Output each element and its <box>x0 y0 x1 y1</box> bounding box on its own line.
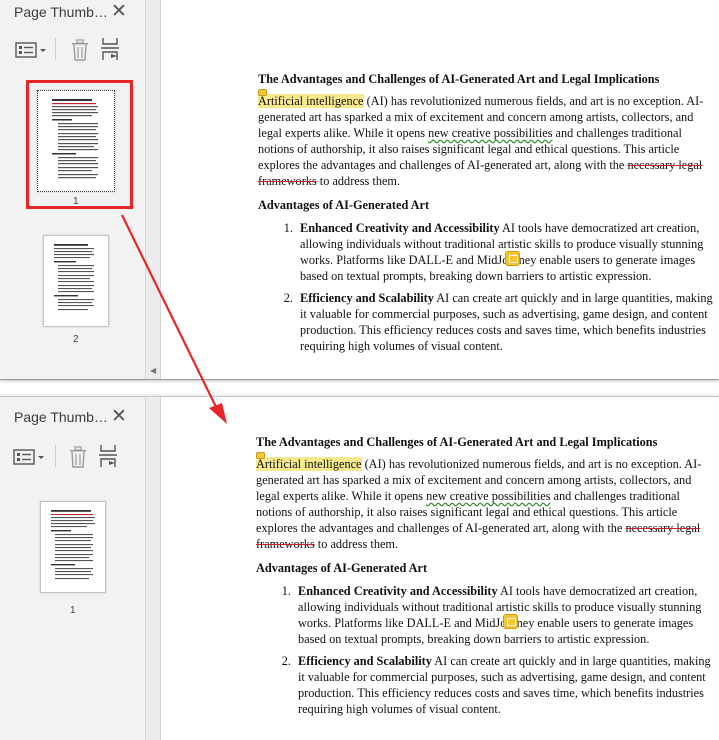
advantages-list: Enhanced Creativity and Accessibility AI… <box>258 220 718 354</box>
insert-page-icon[interactable] <box>97 441 121 476</box>
document-page: The Advantages and Challenges of AI-Gene… <box>256 434 716 723</box>
page-thumbnail-1[interactable] <box>37 90 115 192</box>
thumbnail-options-icon[interactable] <box>14 34 50 69</box>
thumbnail-options-icon[interactable] <box>12 441 48 476</box>
page-thumbnail-2[interactable] <box>43 235 109 327</box>
list-item: Enhanced Creativity and Accessibility AI… <box>294 583 716 647</box>
thumbnail-content <box>51 510 95 580</box>
list-item: Enhanced Creativity and Accessibility AI… <box>296 220 718 284</box>
panel-title: Page Thumb… <box>14 409 108 425</box>
panel-splitter[interactable]: ◀ <box>145 0 161 379</box>
document-page: The Advantages and Challenges of AI-Gene… <box>258 71 718 360</box>
document-view: The Advantages and Challenges of AI-Gene… <box>161 0 719 379</box>
trash-icon[interactable] <box>68 34 92 69</box>
thumbnail-toolbar <box>0 441 145 473</box>
sticky-note-icon[interactable] <box>503 614 518 629</box>
acrobat-window-after: Page Thumb… ✕ 1 The Advantages and Chall… <box>0 396 719 740</box>
insert-page-icon[interactable] <box>99 34 123 69</box>
document-title: The Advantages and Challenges of AI-Gene… <box>258 72 660 86</box>
underlined-text[interactable]: new creative possibilities <box>426 489 550 503</box>
thumbnail-page-number: 1 <box>70 605 76 616</box>
list-item: Efficiency and Scalability AI can create… <box>296 290 718 354</box>
sticky-note-icon[interactable] <box>505 251 520 266</box>
highlighted-text[interactable]: Artificial intelligence <box>258 94 364 108</box>
page-thumbnails-panel: Page Thumb… ✕ <box>0 0 145 379</box>
highlighted-text[interactable]: Artificial intelligence <box>256 457 362 471</box>
advantages-list: Enhanced Creativity and Accessibility AI… <box>256 583 716 717</box>
collapse-arrow-icon[interactable]: ◀ <box>150 366 156 375</box>
panel-title: Page Thumb… <box>14 4 108 20</box>
close-icon[interactable]: ✕ <box>111 406 127 428</box>
panel-header: Page Thumb… ✕ <box>0 0 145 26</box>
comment-pin-icon[interactable] <box>258 89 267 96</box>
thumbnail-toolbar <box>0 34 145 66</box>
underlined-text[interactable]: new creative possibilities <box>428 126 552 140</box>
intro-paragraph: Artificial intelligence (AI) has revolut… <box>256 452 716 552</box>
acrobat-window-before: Page Thumb… ✕ 1 2 ◀ The Advantages and C… <box>0 0 719 380</box>
panel-header: Page Thumb… ✕ <box>0 405 145 431</box>
document-title: The Advantages and Challenges of AI-Gene… <box>256 435 658 449</box>
toolbar-separator <box>55 445 56 467</box>
section-heading: Advantages of AI-Generated Art <box>258 198 430 212</box>
intro-paragraph: Artificial intelligence (AI) has revolut… <box>258 89 718 189</box>
list-item: Efficiency and Scalability AI can create… <box>294 653 716 717</box>
thumbnail-page-number: 2 <box>73 334 79 345</box>
panel-splitter[interactable] <box>145 397 161 740</box>
close-icon[interactable]: ✕ <box>111 1 127 23</box>
toolbar-separator <box>55 38 56 60</box>
document-view: The Advantages and Challenges of AI-Gene… <box>161 397 719 740</box>
thumbnail-content <box>52 99 98 179</box>
trash-icon[interactable] <box>66 441 90 476</box>
page-thumbnails-panel: Page Thumb… ✕ <box>0 397 145 740</box>
page-thumbnail-1[interactable] <box>40 501 106 593</box>
section-heading: Advantages of AI-Generated Art <box>256 561 428 575</box>
thumbnail-content <box>54 244 94 311</box>
comment-pin-icon[interactable] <box>256 452 265 459</box>
thumbnail-page-number: 1 <box>73 196 79 207</box>
